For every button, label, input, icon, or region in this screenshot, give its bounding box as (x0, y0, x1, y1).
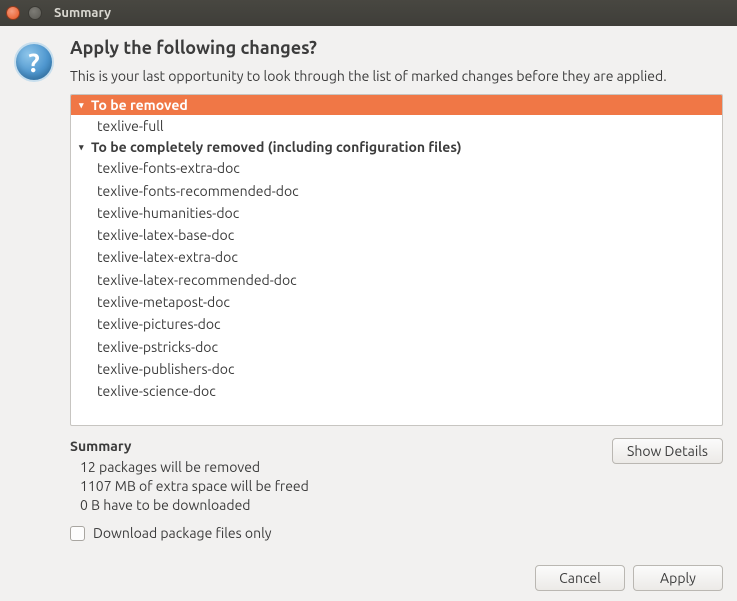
package-item[interactable]: texlive-science-doc (71, 380, 722, 402)
package-item[interactable]: texlive-metapost-doc (71, 291, 722, 313)
summary-line-download: 0 B have to be downloaded (80, 496, 309, 515)
summary-line-removed: 12 packages will be removed (80, 458, 309, 477)
cancel-button[interactable]: Cancel (535, 565, 625, 591)
summary-line-freed: 1107 MB of extra space will be freed (80, 477, 309, 496)
package-item[interactable]: texlive-latex-recommended-doc (71, 269, 722, 291)
package-item[interactable]: texlive-pictures-doc (71, 313, 722, 335)
section-header[interactable]: ▾To be removed (71, 95, 722, 115)
icon-column: ? (14, 38, 58, 591)
package-item[interactable]: texlive-latex-base-doc (71, 224, 722, 246)
download-only-row: Download package files only (70, 525, 723, 541)
show-details-button[interactable]: Show Details (612, 438, 723, 464)
apply-button[interactable]: Apply (633, 565, 723, 591)
download-only-checkbox[interactable] (70, 526, 85, 541)
section-label: To be removed (91, 97, 188, 113)
summary-label: Summary (70, 438, 309, 454)
main-column: Apply the following changes? This is you… (70, 38, 723, 591)
package-item[interactable]: texlive-latex-extra-doc (71, 246, 722, 268)
chevron-down-icon: ▾ (79, 142, 89, 153)
section-label: To be completely removed (including conf… (91, 139, 462, 155)
changes-tree[interactable]: ▾To be removedtexlive-full▾To be complet… (70, 94, 723, 426)
action-row: Cancel Apply (70, 565, 723, 591)
titlebar: Summary (0, 0, 737, 26)
summary-body: 12 packages will be removed 1107 MB of e… (80, 458, 309, 515)
window-title: Summary (54, 6, 111, 20)
close-icon[interactable] (6, 6, 20, 20)
minimize-icon[interactable] (28, 6, 42, 20)
download-only-label: Download package files only (93, 525, 272, 541)
package-item[interactable]: texlive-humanities-doc (71, 202, 722, 224)
dialog-body: ? Apply the following changes? This is y… (0, 26, 737, 601)
chevron-down-icon: ▾ (79, 100, 89, 111)
dialog-heading: Apply the following changes? (70, 38, 723, 58)
summary-row: Summary 12 packages will be removed 1107… (70, 438, 723, 515)
question-icon: ? (14, 42, 54, 82)
package-item[interactable]: texlive-publishers-doc (71, 358, 722, 380)
package-item[interactable]: texlive-full (71, 115, 722, 137)
package-item[interactable]: texlive-fonts-recommended-doc (71, 180, 722, 202)
section-header[interactable]: ▾To be completely removed (including con… (71, 137, 722, 157)
dialog-subtext: This is your last opportunity to look th… (70, 68, 723, 84)
package-item[interactable]: texlive-fonts-extra-doc (71, 157, 722, 179)
package-item[interactable]: texlive-pstricks-doc (71, 336, 722, 358)
